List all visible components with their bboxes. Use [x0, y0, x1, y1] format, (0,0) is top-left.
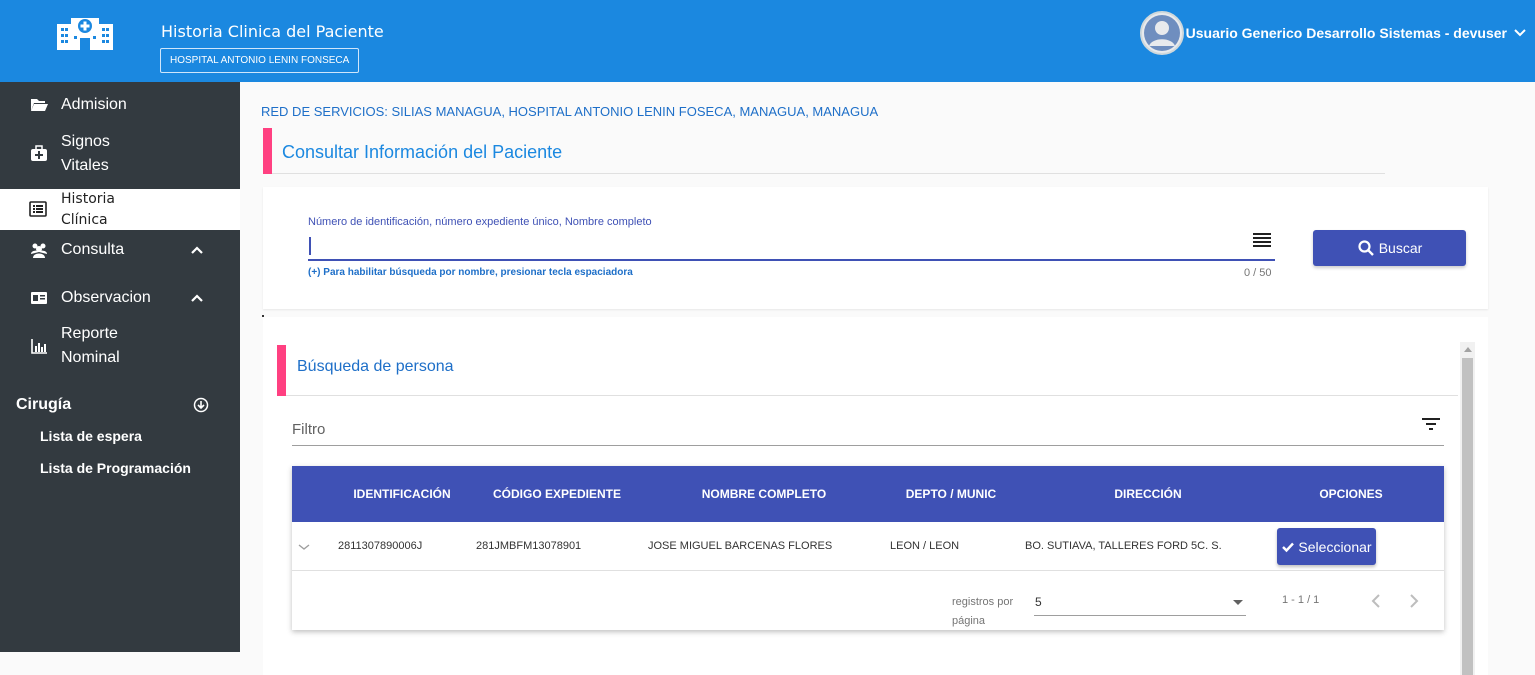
accent-bar: [263, 128, 272, 174]
user-name[interactable]: Usuario Generico Desarrollo Sistemas - d…: [1186, 25, 1507, 41]
column-header-opciones: OPCIONES: [1319, 487, 1383, 501]
users-icon: [31, 243, 47, 258]
filter-input[interactable]: Filtro: [292, 421, 325, 438]
chevron-up-icon[interactable]: [190, 291, 204, 305]
sidebar-item-historia-clinica[interactable]: Historia Clínica: [0, 189, 240, 230]
dropdown-arrow-icon: [1233, 600, 1243, 605]
sidebar-item-admision[interactable]: Admision: [0, 92, 240, 118]
column-header-codigo[interactable]: CÓDIGO EXPEDIENTE: [482, 487, 632, 501]
chevron-down-icon[interactable]: [298, 541, 310, 553]
id-card-icon: [31, 292, 47, 304]
page-size-value: 5: [1035, 595, 1042, 609]
divider: [262, 315, 264, 317]
check-icon: [1282, 542, 1295, 552]
sidebar-item-label: Vitales: [61, 157, 109, 174]
sidebar-item-label: Observacion: [61, 289, 151, 306]
cell-codigo: 281JMBFM13078901: [476, 540, 582, 552]
sidebar-subitem-lista-programacion[interactable]: Lista de Programación: [40, 460, 191, 476]
chevron-left-icon[interactable]: [1368, 592, 1384, 610]
filter-underline: [292, 445, 1444, 446]
user-avatar-icon[interactable]: [1139, 11, 1184, 55]
column-header-depto[interactable]: DEPTO / MUNIC: [886, 487, 1016, 501]
page-title: Consultar Información del Paciente: [282, 142, 563, 162]
sidebar: Admision Signos Vitales Historia Clínica…: [0, 82, 240, 652]
cell-direccion: BO. SUTIAVA, TALLERES FORD 5C. S.: [1025, 540, 1222, 552]
section-header: Consultar Información del Paciente: [263, 128, 1385, 174]
filter-icon[interactable]: [1422, 416, 1440, 432]
cell-nombre: JOSE MIGUEL BARCENAS FLORES: [648, 540, 833, 552]
bar-chart-icon: [31, 339, 47, 354]
sidebar-item-observacion[interactable]: Observacion: [0, 285, 240, 311]
search-card: Número de identificación, número expedie…: [263, 187, 1488, 309]
sidebar-subitem-lista-espera[interactable]: Lista de espera: [40, 428, 142, 444]
page-size-select[interactable]: 5: [1034, 592, 1246, 616]
chevron-down-icon[interactable]: [1513, 26, 1527, 40]
user-menu[interactable]: Usuario Generico Desarrollo Sistemas - d…: [1139, 11, 1527, 55]
person-search-header: Búsqueda de persona: [277, 345, 1458, 396]
sidebar-item-label: Consulta: [61, 241, 125, 258]
results-table: IDENTIFICACIÓN CÓDIGO EXPEDIENTE NOMBRE …: [292, 466, 1444, 630]
sidebar-item-label: Signos: [61, 133, 110, 150]
person-search-title: Búsqueda de persona: [297, 358, 454, 375]
table-row[interactable]: 2811307890006J 281JMBFM13078901 JOSE MIG…: [292, 522, 1444, 571]
scroll-up-arrow-icon[interactable]: [1464, 347, 1472, 352]
chevron-up-icon[interactable]: [190, 243, 204, 257]
search-button[interactable]: Buscar: [1313, 230, 1466, 266]
list-alt-icon: [29, 201, 47, 217]
hospital-icon: [57, 18, 113, 50]
scroll-thumb[interactable]: [1462, 358, 1473, 675]
sidebar-item-label: Admision: [61, 96, 127, 113]
sidebar-item-label: Historia: [61, 191, 115, 207]
text-caret: [309, 237, 311, 255]
chevron-right-icon[interactable]: [1406, 592, 1422, 610]
network-info: RED DE SERVICIOS: SILIAS MANAGUA, HOSPIT…: [261, 104, 879, 119]
page-size-label: registros por página: [952, 593, 1024, 631]
sidebar-item-reporte-nominal[interactable]: Reporte Nominal: [0, 322, 240, 370]
sidebar-item-label: Clínica: [61, 212, 108, 228]
table-header: IDENTIFICACIÓN CÓDIGO EXPEDIENTE NOMBRE …: [292, 466, 1444, 522]
column-header-nombre[interactable]: NOMBRE COMPLETO: [664, 487, 864, 501]
search-label: Número de identificación, número expedie…: [308, 216, 652, 228]
accent-bar: [277, 345, 286, 396]
cell-depto: LEON / LEON: [890, 540, 960, 552]
search-button-label: Buscar: [1378, 240, 1423, 256]
search-hint: (+) Para habilitar búsqueda por nombre, …: [308, 267, 633, 278]
page-size-label-line: registros por: [952, 596, 1014, 608]
app-header: Historia Clinica del Paciente HOSPITAL A…: [0, 0, 1535, 82]
arrow-circle-down-icon[interactable]: [193, 397, 209, 413]
hospital-badge: HOSPITAL ANTONIO LENIN FONSECA: [160, 48, 360, 73]
page-size-label-line: página: [952, 615, 986, 627]
sidebar-item-consulta[interactable]: Consulta: [0, 237, 240, 263]
section-title-cirugia[interactable]: Cirugía: [16, 396, 71, 414]
column-header-direccion[interactable]: DIRECCIÓN: [1048, 487, 1248, 501]
sidebar-item-label: Reporte: [61, 325, 118, 342]
column-header-identificacion[interactable]: IDENTIFICACIÓN: [342, 487, 462, 501]
menu-icon[interactable]: [1253, 231, 1271, 249]
folder-open-icon: [31, 99, 48, 111]
app-title: Historia Clinica del Paciente: [161, 22, 384, 41]
sidebar-item-signos-vitales[interactable]: Signos Vitales: [0, 130, 240, 178]
select-button-label: Seleccionar: [1298, 538, 1372, 555]
sidebar-item-label: Nominal: [61, 349, 120, 366]
scrollbar[interactable]: [1460, 342, 1475, 675]
page-range: 1 - 1 / 1: [1282, 594, 1320, 606]
char-counter: 0 / 50: [1244, 267, 1272, 279]
select-button[interactable]: Seleccionar: [1277, 528, 1376, 565]
medkit-icon: [31, 145, 47, 161]
cell-identificacion: 2811307890006J: [338, 540, 423, 552]
search-input[interactable]: [308, 233, 1275, 261]
search-icon: [1358, 240, 1374, 256]
